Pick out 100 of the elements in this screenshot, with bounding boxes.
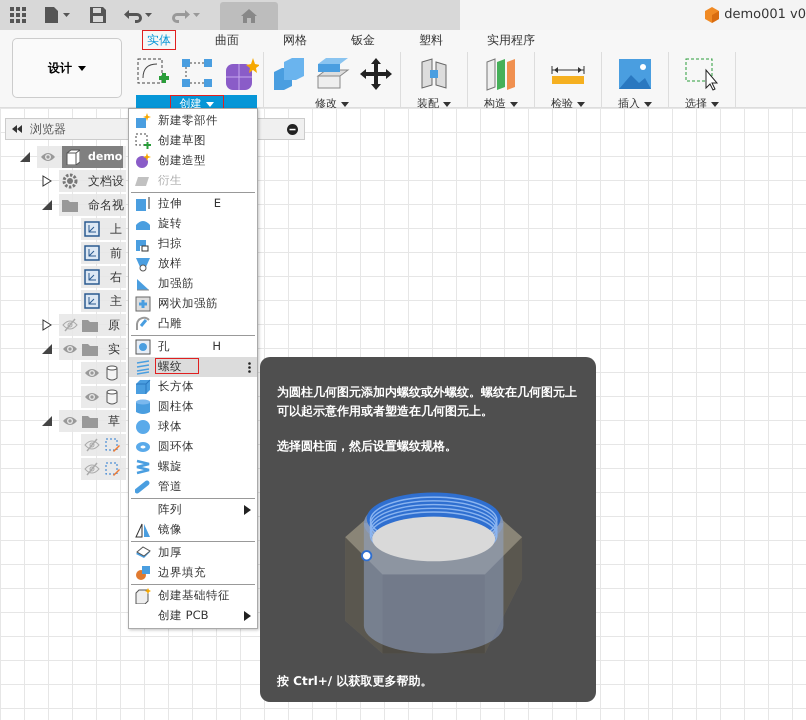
ribbon-tab[interactable]: 网格 [278, 30, 312, 50]
cylinder-icon [135, 399, 151, 415]
tree-item-label: demo [88, 148, 122, 165]
tree-row[interactable]: 主 [81, 290, 126, 312]
cube-icon [704, 7, 720, 23]
expand-triangle-icon[interactable] [41, 175, 53, 187]
tree-row[interactable] [81, 434, 126, 456]
ribbon-tab[interactable]: 实用程序 [482, 30, 540, 50]
collapse-triangle-icon[interactable] [41, 199, 53, 211]
coil-icon [135, 459, 151, 475]
collapse-triangle-icon[interactable] [19, 151, 31, 163]
tree-row[interactable]: 命名视 [59, 194, 126, 216]
tool-group-dropdown[interactable]: 选择 [675, 95, 729, 111]
tree-item-label: 实 [108, 341, 120, 358]
tree-item-label: 文档设 [88, 173, 124, 190]
hole-icon [135, 339, 151, 355]
menu-item[interactable]: 旋转 [129, 214, 257, 234]
menu-item[interactable]: 凸雕 [129, 314, 257, 334]
menu-item[interactable]: 螺旋 [129, 457, 257, 477]
menu-item[interactable]: 边界填充 [129, 563, 257, 583]
ribbon-tab[interactable]: 曲面 [210, 30, 244, 50]
menu-item[interactable]: 管道 [129, 477, 257, 497]
tree-row[interactable]: 前 [81, 242, 126, 264]
collapse-icon[interactable] [12, 125, 22, 133]
sphere-icon [135, 419, 151, 435]
tree-row[interactable]: 右 [81, 266, 126, 288]
menu-item[interactable]: 创建基础特征 [129, 586, 257, 606]
tree-row[interactable]: 草 [59, 410, 126, 432]
tree-row[interactable] [81, 362, 126, 384]
gear-icon [62, 173, 78, 189]
menu-item[interactable]: 创建草图 [129, 131, 257, 151]
tool-group-dropdown[interactable]: 装配 [407, 95, 461, 111]
collapse-triangle-icon[interactable] [41, 343, 53, 355]
menu-item[interactable]: 圆柱体 [129, 397, 257, 417]
document-title: demo001 v0 [724, 6, 806, 24]
save-icon[interactable] [90, 7, 106, 23]
selection-cursor-icon[interactable] [684, 56, 720, 92]
folder-icon [82, 413, 98, 429]
file-dropdown-icon[interactable] [44, 6, 72, 24]
app-grid-icon[interactable] [10, 7, 26, 23]
expand-triangle-icon[interactable] [41, 319, 53, 331]
caret-icon [78, 66, 86, 72]
submenu-arrow-icon [244, 611, 251, 621]
undo-icon[interactable] [124, 7, 154, 23]
design-workspace-button[interactable]: 设计 [12, 38, 122, 98]
menu-item[interactable]: 创建 PCB [129, 606, 257, 626]
help-hint-text: 按 Ctrl+/ 以获取更多帮助。 [277, 673, 434, 690]
menu-item[interactable]: 扫掠 [129, 234, 257, 254]
tree-row[interactable]: demo [37, 146, 126, 168]
loft-icon [135, 256, 151, 272]
tree-row[interactable]: 文档设 [59, 170, 126, 192]
mirror-icon [135, 522, 151, 538]
menu-item[interactable]: 加强筋 [129, 274, 257, 294]
more-options-icon[interactable] [248, 362, 251, 372]
tree-row[interactable] [81, 458, 126, 480]
tree-row[interactable]: 原 [59, 314, 126, 336]
menu-item[interactable]: 螺纹 [129, 357, 257, 377]
menu-item[interactable]: 球体 [129, 417, 257, 437]
menu-item[interactable]: 阵列 [129, 500, 257, 520]
sketch-pencil-icon [104, 437, 120, 453]
pipe-icon [135, 479, 151, 495]
emboss-icon [135, 316, 151, 332]
tree-item-label: 上 [110, 221, 122, 238]
view-frame-icon [84, 245, 100, 261]
tree-item-label: 前 [110, 245, 122, 262]
menu-item[interactable]: 创建造型 [129, 151, 257, 171]
menu-item[interactable]: 镜像 [129, 520, 257, 540]
tree-item-label: 命名视 [88, 197, 124, 214]
sketch-pencil-icon [104, 461, 120, 477]
tool-group-dropdown[interactable]: 检验 [541, 95, 595, 111]
menu-item[interactable]: 长方体 [129, 377, 257, 397]
home-icon [240, 8, 258, 24]
tool-group-dropdown[interactable]: 插入 [608, 95, 662, 111]
tree-row[interactable] [81, 386, 126, 408]
box-icon [135, 379, 151, 395]
view-frame-icon [84, 221, 100, 237]
menu-item[interactable]: 放样 [129, 254, 257, 274]
tree-row[interactable]: 上 [81, 218, 126, 240]
tree-row[interactable]: 实 [59, 338, 126, 360]
minimize-icon[interactable] [287, 124, 298, 134]
menu-item[interactable]: 加厚 [129, 543, 257, 563]
thread-icon [135, 359, 151, 375]
tree-item-label: 草 [108, 413, 120, 430]
menu-item[interactable]: 网状加强筋 [129, 294, 257, 314]
tool-group-dropdown[interactable]: 修改 [270, 95, 394, 111]
collapse-triangle-icon[interactable] [41, 415, 53, 427]
image-icon[interactable] [617, 56, 653, 92]
move-arrows-icon[interactable] [358, 56, 394, 92]
cylinder-body-icon [104, 389, 120, 405]
menu-item[interactable]: 孔 H [129, 337, 257, 357]
ribbon-tab[interactable]: 钣金 [346, 30, 380, 50]
tree-item-label: 原 [108, 317, 120, 334]
menu-item[interactable]: 拉伸 E [129, 194, 257, 214]
tool-group-dropdown[interactable]: 构造 [474, 95, 528, 111]
boundary-fill-icon [135, 565, 151, 581]
ribbon-tab[interactable]: 塑料 [414, 30, 448, 50]
tree-item-label: 主 [110, 293, 122, 310]
folder-icon [82, 317, 98, 333]
thicken-icon [135, 545, 151, 561]
menu-item[interactable]: 圆环体 [129, 437, 257, 457]
